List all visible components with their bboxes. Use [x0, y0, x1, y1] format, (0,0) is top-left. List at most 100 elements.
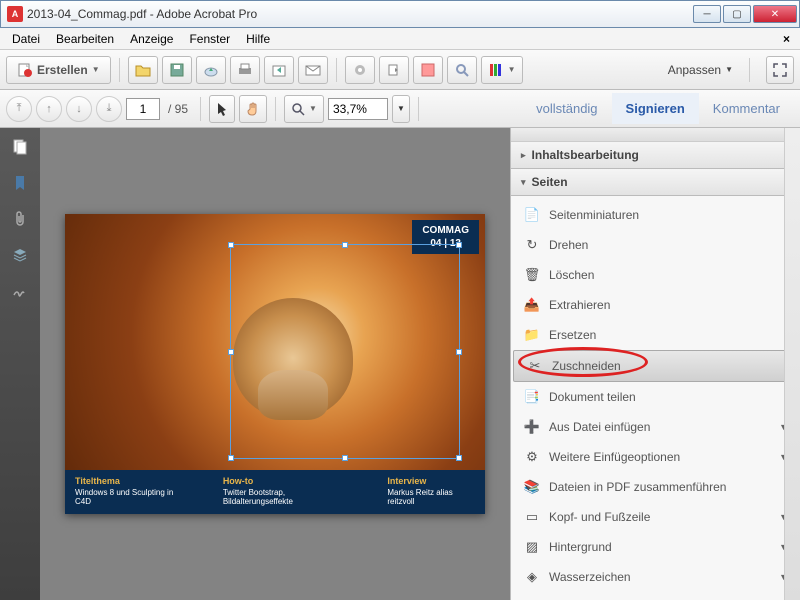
create-label: Erstellen: [37, 63, 88, 77]
magnifier-icon: [291, 102, 305, 116]
zoom-dropdown-button[interactable]: ▼: [392, 95, 410, 123]
select-tool-button[interactable]: [209, 95, 235, 123]
item-icon: 📚: [523, 478, 541, 496]
next-page-button[interactable]: ↓: [66, 96, 92, 122]
footer-col-text: Markus Reitz alias reitzvoll: [387, 488, 475, 506]
crop-handle[interactable]: [228, 349, 234, 355]
pages-item-zuschneiden[interactable]: ✂Zuschneiden: [513, 350, 798, 382]
folder-open-icon: [135, 62, 151, 78]
customize-label: Anpassen: [668, 63, 721, 77]
customize-button[interactable]: Anpassen▼: [660, 59, 741, 81]
edit-tool-button[interactable]: [345, 56, 375, 84]
prev-page-button[interactable]: ↑: [36, 96, 62, 122]
badge-title: COMMAG: [422, 224, 469, 237]
fullscreen-button[interactable]: [766, 56, 794, 84]
zoom-input[interactable]: [328, 98, 388, 120]
export-button[interactable]: [379, 56, 409, 84]
minimize-button[interactable]: ─: [693, 5, 721, 23]
item-icon: ▭: [523, 508, 541, 526]
color-button[interactable]: ▼: [481, 56, 523, 84]
menu-fenster[interactable]: Fenster: [181, 30, 238, 48]
vollstaendig-link[interactable]: vollständig: [522, 93, 611, 124]
item-label: Dateien in PDF zusammenführen: [549, 480, 726, 494]
menu-hilfe[interactable]: Hilfe: [238, 30, 278, 48]
page-footer: TitelthemaWindows 8 und Sculpting in C4D…: [65, 470, 485, 514]
item-label: Aus Datei einfügen: [549, 420, 650, 434]
form-button[interactable]: [413, 56, 443, 84]
footer-col-title: Titelthema: [75, 476, 183, 486]
window-title: 2013-04_Commag.pdf - Adobe Acrobat Pro: [27, 7, 693, 21]
crop-handle[interactable]: [456, 242, 462, 248]
share-button[interactable]: [264, 56, 294, 84]
item-icon: ➕: [523, 418, 541, 436]
crop-handle[interactable]: [228, 455, 234, 461]
kommentar-link[interactable]: Kommentar: [699, 93, 794, 124]
maximize-button[interactable]: ▢: [723, 5, 751, 23]
menu-bearbeiten[interactable]: Bearbeiten: [48, 30, 122, 48]
layers-icon: [12, 247, 28, 263]
crop-handle[interactable]: [228, 242, 234, 248]
crop-handle[interactable]: [342, 455, 348, 461]
sidebar-attachments[interactable]: [9, 208, 31, 230]
page-number-input[interactable]: [126, 98, 160, 120]
sidebar-signatures[interactable]: [9, 280, 31, 302]
email-button[interactable]: [298, 56, 328, 84]
search-button[interactable]: [447, 56, 477, 84]
crop-handle[interactable]: [456, 455, 462, 461]
hand-tool-button[interactable]: [239, 95, 267, 123]
form-icon: [420, 62, 436, 78]
open-button[interactable]: [128, 56, 158, 84]
close-button[interactable]: ✕: [753, 5, 797, 23]
first-page-button[interactable]: ⤒: [6, 96, 32, 122]
pages-item-extrahieren[interactable]: 📤Extrahieren: [511, 290, 800, 320]
sidebar: [0, 128, 40, 600]
pages-item-aus-datei-einf-gen[interactable]: ➕Aus Datei einfügen▼: [511, 412, 800, 442]
footer-col-title: How-to: [223, 476, 348, 486]
item-label: Wasserzeichen: [549, 570, 631, 584]
pages-item-hintergrund[interactable]: ▨Hintergrund▼: [511, 532, 800, 562]
pages-item-dateien-in-pdf-zusammenf-hren[interactable]: 📚 Dateien in PDF zusammenführen: [511, 472, 800, 502]
sidebar-bookmarks[interactable]: [9, 172, 31, 194]
main-toolbar: Erstellen ▼ ▼ Anpassen▼: [0, 50, 800, 90]
sidebar-thumbnails[interactable]: [9, 136, 31, 158]
panel-header: ☰: [511, 128, 800, 142]
signieren-link[interactable]: Signieren: [612, 93, 699, 124]
crop-handle[interactable]: [342, 242, 348, 248]
section-inhaltsbearbeitung[interactable]: ▸Inhaltsbearbeitung: [511, 142, 800, 169]
footer-col-text: Twitter Bootstrap, Bildalterungseffekte: [223, 488, 348, 506]
zoom-tool-button[interactable]: ▼: [284, 95, 324, 123]
menu-anzeige[interactable]: Anzeige: [122, 30, 181, 48]
pages-item-drehen[interactable]: ↻Drehen: [511, 230, 800, 260]
nav-toolbar: ⤒ ↑ ↓ ⤓ / 95 ▼ ▼ vollständig Signieren K…: [0, 90, 800, 128]
document-viewport[interactable]: COMMAG 04 | 13 TitelthemaWindows 8 und S…: [40, 128, 510, 600]
pages-item-ersetzen[interactable]: 📁Ersetzen: [511, 320, 800, 350]
create-button[interactable]: Erstellen ▼: [6, 56, 111, 84]
pages-item-kopf-und-fu-zeile[interactable]: ▭Kopf- und Fußzeile▼: [511, 502, 800, 532]
footer-col-title: Interview: [387, 476, 475, 486]
floppy-icon: [169, 62, 185, 78]
item-label: Dokument teilen: [549, 390, 636, 404]
chevron-down-icon: ▼: [397, 104, 405, 113]
crop-selection[interactable]: [230, 244, 460, 459]
menu-datei[interactable]: Datei: [4, 30, 48, 48]
save-button[interactable]: [162, 56, 192, 84]
pages-item-l-schen[interactable]: 🗑Löschen: [511, 260, 800, 290]
item-icon: ▨: [523, 538, 541, 556]
scrollbar[interactable]: [784, 128, 800, 600]
document-close-button[interactable]: ×: [777, 30, 796, 48]
last-page-button[interactable]: ⤓: [96, 96, 122, 122]
tools-panel: ☰ ▸Inhaltsbearbeitung ▾Seiten 📄Seitenmin…: [510, 128, 800, 600]
print-button[interactable]: [230, 56, 260, 84]
crop-handle[interactable]: [456, 349, 462, 355]
item-label: Ersetzen: [549, 328, 596, 342]
pages-item-seitenminiaturen[interactable]: 📄Seitenminiaturen: [511, 200, 800, 230]
cloud-button[interactable]: [196, 56, 226, 84]
sidebar-layers[interactable]: [9, 244, 31, 266]
cursor-icon: [216, 102, 228, 116]
section-seiten[interactable]: ▾Seiten: [511, 169, 800, 196]
pages-icon: [12, 139, 28, 155]
pages-item-weitere-einf-geoptionen[interactable]: ⚙Weitere Einfügeoptionen▼: [511, 442, 800, 472]
window-titlebar: A 2013-04_Commag.pdf - Adobe Acrobat Pro…: [0, 0, 800, 28]
pages-item-dokument-teilen[interactable]: 📑Dokument teilen: [511, 382, 800, 412]
pages-item-wasserzeichen[interactable]: ◈Wasserzeichen▼: [511, 562, 800, 592]
